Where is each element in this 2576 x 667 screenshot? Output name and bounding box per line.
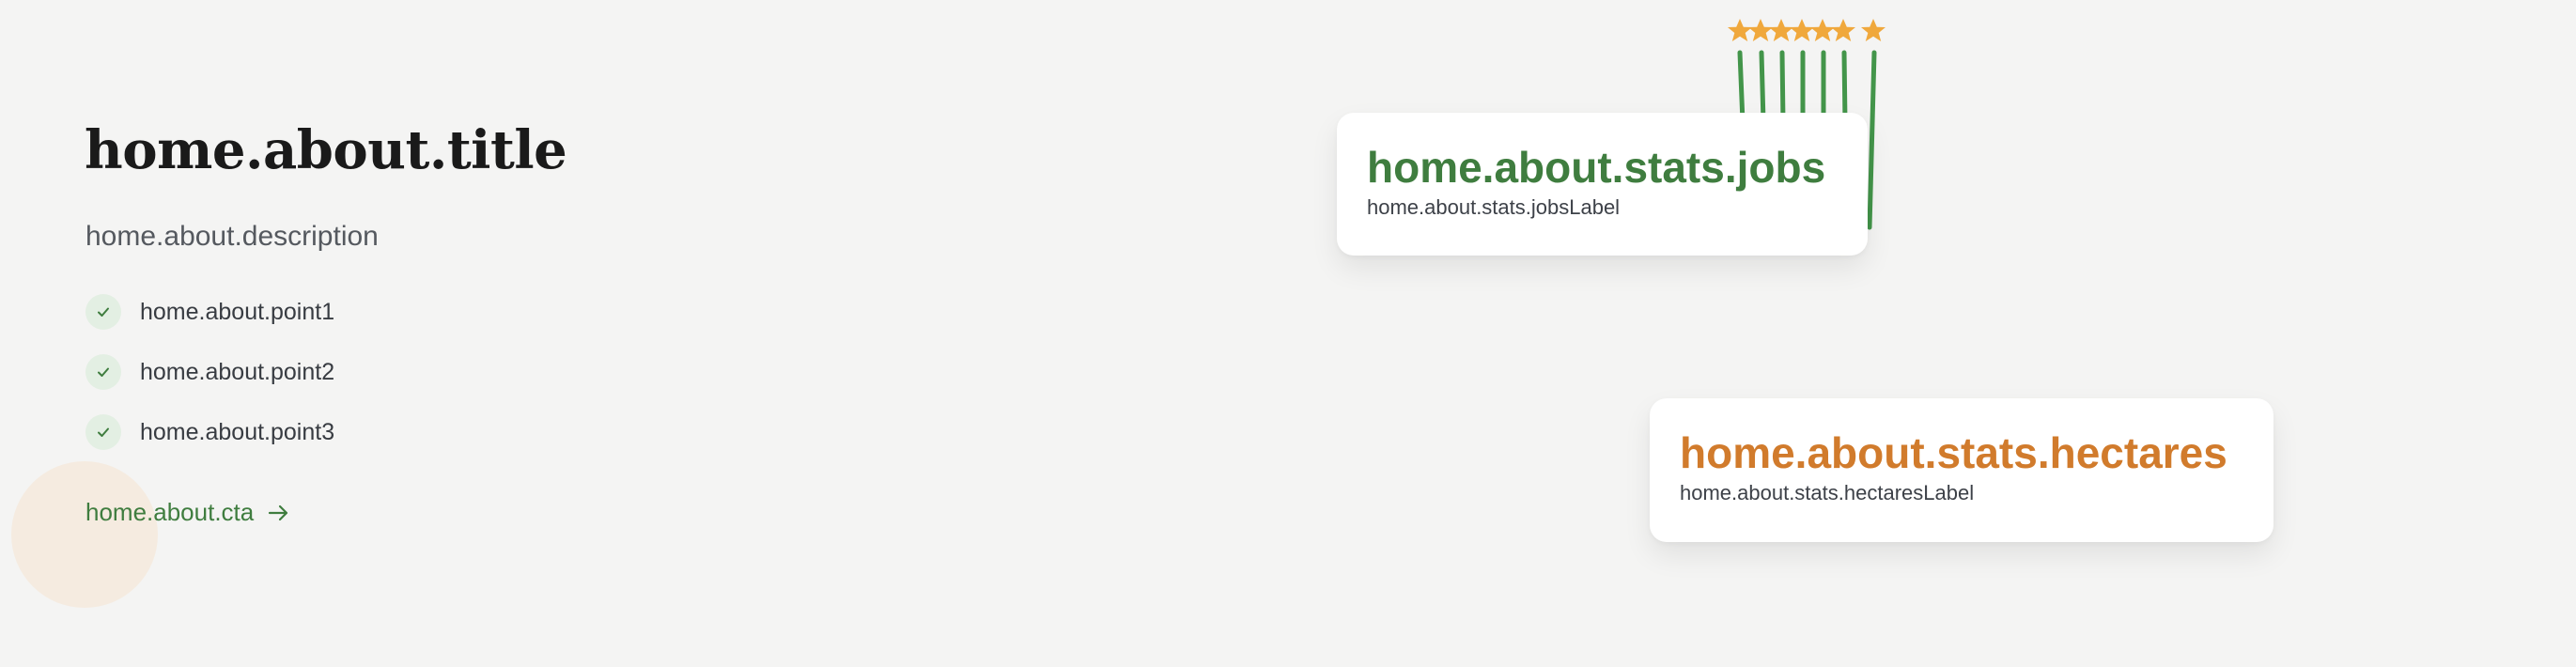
stat-card-jobs: home.about.stats.jobs home.about.stats.j… bbox=[1337, 113, 1868, 256]
star-icon bbox=[1831, 19, 1855, 41]
stat-value-jobs: home.about.stats.jobs bbox=[1367, 143, 1826, 192]
decorative-circle bbox=[11, 461, 158, 608]
list-item: home.about.point3 bbox=[85, 413, 334, 451]
star-icon bbox=[1728, 19, 1752, 41]
stat-card-hectares: home.about.stats.hectares home.about.sta… bbox=[1650, 398, 2273, 542]
star-icons bbox=[1728, 19, 1885, 41]
cta-label: home.about.cta bbox=[85, 498, 255, 526]
star-icon bbox=[1861, 19, 1885, 41]
about-cta-link[interactable]: home.about.cta bbox=[85, 498, 291, 527]
star-icon bbox=[1810, 19, 1835, 41]
point-text: home.about.point1 bbox=[140, 298, 335, 325]
star-icon bbox=[1769, 19, 1793, 41]
check-icon bbox=[85, 414, 121, 450]
check-icon bbox=[85, 294, 121, 330]
point-text: home.about.point2 bbox=[140, 358, 335, 385]
stat-value-hectares: home.about.stats.hectares bbox=[1680, 428, 2227, 477]
star-icon bbox=[1790, 19, 1814, 41]
check-icon bbox=[85, 354, 121, 390]
list-item: home.about.point1 bbox=[85, 293, 334, 331]
point-text: home.about.point3 bbox=[140, 418, 335, 445]
arrow-right-icon bbox=[267, 504, 291, 522]
stat-label-jobs: home.about.stats.jobsLabel bbox=[1367, 195, 1621, 219]
star-icon bbox=[1748, 19, 1773, 41]
about-title: home.about.title bbox=[85, 119, 567, 181]
stat-label-hectares: home.about.stats.hectaresLabel bbox=[1680, 481, 1975, 504]
about-description: home.about.description bbox=[85, 221, 379, 252]
about-points-list: home.about.point1 home.about.point2 home… bbox=[85, 293, 334, 473]
list-item: home.about.point2 bbox=[85, 353, 334, 391]
